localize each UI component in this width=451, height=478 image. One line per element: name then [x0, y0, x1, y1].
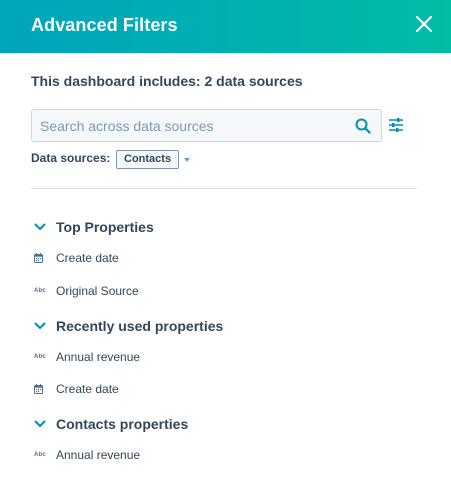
data-source-selected: Contacts	[116, 150, 180, 169]
search-box	[31, 109, 382, 142]
text-icon: Abc	[34, 288, 46, 294]
divider	[31, 188, 417, 189]
section-recently-used-properties[interactable]: Recently used properties	[34, 318, 223, 334]
section-label: Contacts properties	[56, 416, 189, 432]
property-item[interactable]: Abc Annual revenue	[34, 350, 140, 364]
property-label: Create date	[56, 251, 119, 265]
section-top-properties[interactable]: Top Properties	[34, 219, 154, 235]
property-item[interactable]: Create date	[34, 382, 119, 396]
data-sources-heading: This dashboard includes: 2 data sources	[31, 73, 303, 89]
caret-down-icon	[184, 157, 191, 162]
data-sources-label: Data sources:	[31, 151, 111, 165]
text-icon: Abc	[34, 354, 46, 360]
section-contacts-properties[interactable]: Contacts properties	[34, 416, 188, 432]
calendar-icon	[34, 384, 46, 394]
property-label: Annual revenue	[56, 350, 141, 364]
property-item[interactable]: Abc Original Source	[34, 284, 139, 298]
chevron-down-icon	[34, 223, 46, 230]
property-item[interactable]: Abc Annual revenue	[34, 448, 140, 462]
panel-header: Advanced Filters	[0, 0, 451, 53]
search-icon[interactable]	[355, 118, 371, 134]
section-label: Top Properties	[56, 219, 154, 235]
calendar-icon	[34, 253, 46, 263]
section-label: Recently used properties	[56, 318, 224, 334]
close-icon[interactable]	[414, 14, 434, 34]
search-input[interactable]	[32, 110, 342, 141]
data-source-dropdown[interactable]: Contacts	[116, 150, 191, 169]
chevron-down-icon	[34, 420, 46, 427]
chevron-down-icon	[34, 322, 46, 329]
property-label: Original Source	[56, 284, 139, 298]
panel-title: Advanced Filters	[31, 15, 178, 35]
property-item[interactable]: Create date	[34, 251, 119, 265]
property-label: Annual revenue	[56, 448, 141, 462]
text-icon: Abc	[34, 452, 46, 458]
property-label: Create date	[56, 382, 119, 396]
filter-settings-icon[interactable]	[388, 117, 404, 133]
